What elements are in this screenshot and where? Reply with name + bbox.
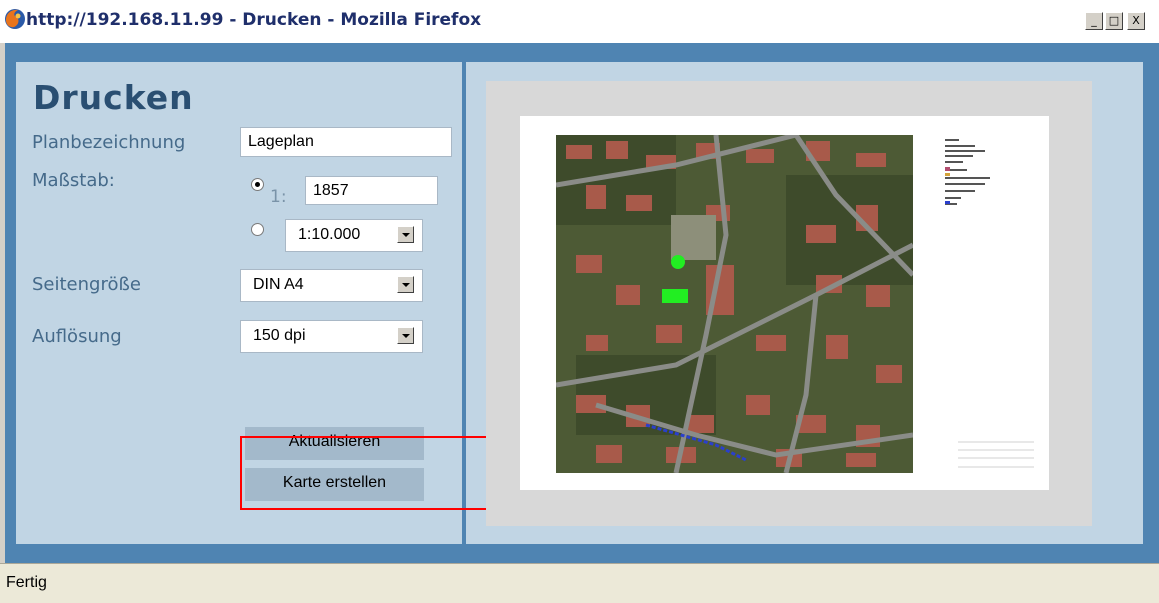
scale-prefix: 1: bbox=[270, 187, 287, 207]
status-bar: Fertig bbox=[0, 563, 1159, 603]
scale-preset-radio[interactable] bbox=[251, 223, 264, 236]
scale-preset-value: 1:10.000 bbox=[298, 226, 361, 243]
map-legend bbox=[945, 139, 990, 205]
page-size-select[interactable]: DIN A4 bbox=[240, 269, 423, 302]
close-button[interactable]: X bbox=[1127, 12, 1145, 30]
massstab-label: Maßstab: bbox=[32, 170, 115, 191]
scale-preset-select[interactable]: 1:10.000 bbox=[285, 219, 423, 252]
seitengroesse-label: Seitengröße bbox=[32, 274, 141, 295]
maximize-button[interactable]: □ bbox=[1105, 12, 1123, 30]
aufloesung-label: Auflösung bbox=[32, 326, 122, 347]
scale-custom-input[interactable]: 1857 bbox=[305, 176, 438, 205]
page-size-value: DIN A4 bbox=[253, 276, 304, 293]
scale-custom-radio[interactable] bbox=[251, 178, 264, 191]
aerial-map-image bbox=[556, 135, 913, 473]
status-text: Fertig bbox=[6, 574, 47, 591]
planbezeichnung-input[interactable]: Lageplan bbox=[240, 127, 452, 157]
firefox-icon bbox=[5, 9, 25, 29]
resolution-value: 150 dpi bbox=[253, 327, 306, 344]
chevron-down-icon[interactable] bbox=[397, 226, 414, 243]
annotation-highlight-box bbox=[240, 436, 506, 510]
page-title: Drucken bbox=[33, 78, 194, 117]
title-block-lines bbox=[958, 441, 1034, 468]
window-title: http://192.168.11.99 - Drucken - Mozilla… bbox=[26, 10, 482, 30]
window-title-bar: http://192.168.11.99 - Drucken - Mozilla… bbox=[0, 0, 1159, 43]
minimize-button[interactable]: _ bbox=[1085, 12, 1103, 30]
chevron-down-icon[interactable] bbox=[397, 327, 414, 344]
resolution-select[interactable]: 150 dpi bbox=[240, 320, 423, 353]
planbezeichnung-label: Planbezeichnung bbox=[32, 132, 186, 153]
chevron-down-icon[interactable] bbox=[397, 276, 414, 293]
